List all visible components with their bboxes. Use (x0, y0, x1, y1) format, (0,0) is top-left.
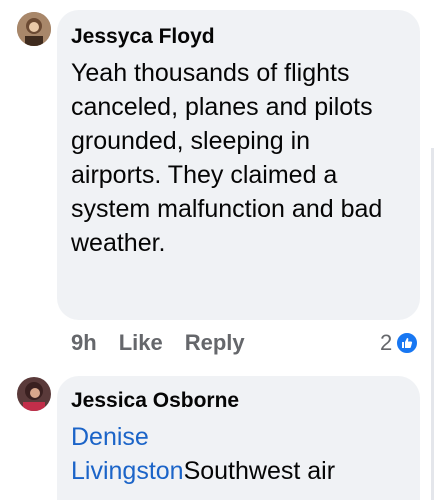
reaction-count-number: 2 (380, 330, 393, 355)
reaction-count[interactable]: 2 (380, 330, 420, 356)
comment-actions: 9h Like Reply (71, 330, 267, 356)
thread-connector-line (431, 148, 434, 500)
avatar-image (17, 12, 51, 46)
thumbs-up-icon (402, 338, 413, 348)
avatar[interactable] (17, 377, 51, 411)
comment-bubble: Jessyca Floyd Yeah thousands of flights … (57, 10, 420, 320)
like-icon (395, 331, 420, 355)
comment-bubble: Jessica Osborne Denise LivingstonSouthwe… (57, 376, 420, 500)
comment-author[interactable]: Jessyca Floyd (71, 24, 406, 50)
comment-text-content: Southwest air (183, 457, 336, 485)
avatar[interactable] (17, 12, 51, 46)
mention-link[interactable]: Denise Livingston (71, 423, 184, 485)
avatar-image (17, 377, 51, 411)
reply-button[interactable]: Reply (185, 330, 245, 356)
comment-timestamp[interactable]: 9h (71, 330, 97, 356)
comment-author[interactable]: Jessica Osborne (71, 388, 406, 414)
comment-text: Denise LivingstonSouthwest air (71, 420, 371, 488)
comment-text: Yeah thousands of flights canceled, plan… (71, 59, 383, 257)
like-button[interactable]: Like (119, 330, 163, 356)
